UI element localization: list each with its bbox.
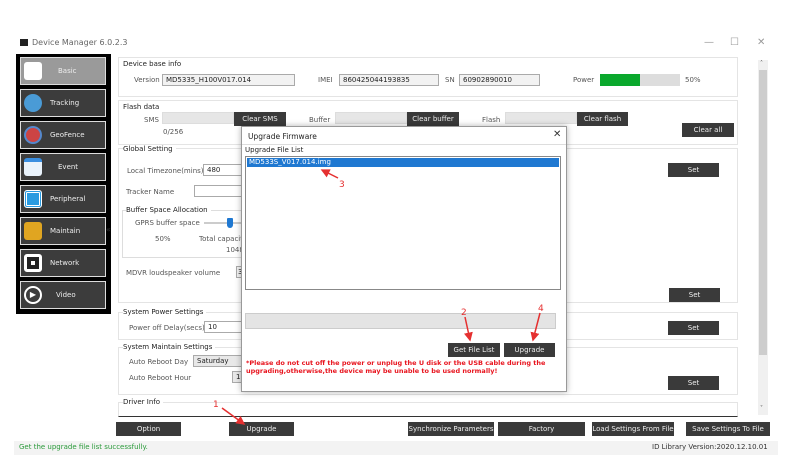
annotation-arrow-3 <box>320 169 339 179</box>
annotation-arrow-1 <box>221 407 246 425</box>
annotation-layer: 1 2 3 4 <box>213 169 544 425</box>
annotation-arrow-2 <box>464 316 473 342</box>
annotation-label-3: 3 <box>339 180 345 190</box>
annotation-arrow-4 <box>530 312 541 342</box>
annotation-label-1: 1 <box>213 400 219 410</box>
annotation-label-4: 4 <box>538 304 544 314</box>
annotation-label-2: 2 <box>461 308 467 318</box>
